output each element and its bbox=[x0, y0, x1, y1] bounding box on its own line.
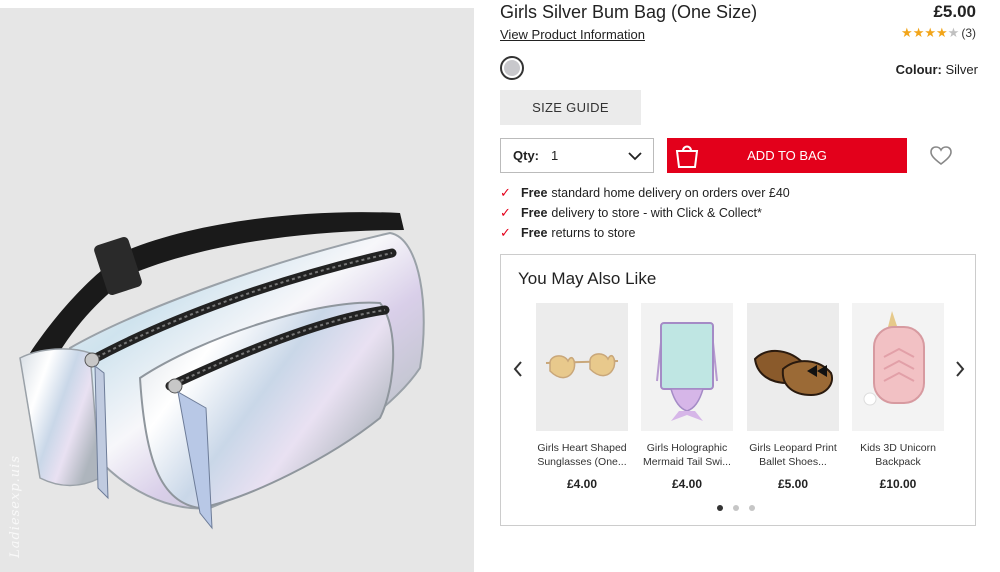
recommendation-item[interactable]: Girls Leopard Print Ballet Shoes... £5.0… bbox=[747, 303, 839, 491]
recommendation-name: Girls Leopard Print Ballet Shoes... bbox=[749, 442, 837, 468]
recommendation-name: Kids 3D Unicorn Backpack bbox=[860, 442, 936, 468]
delivery-item: ✓ Free returns to store bbox=[500, 223, 790, 243]
sunglasses-image bbox=[536, 303, 628, 431]
colour-label: Colour: bbox=[895, 62, 942, 77]
recommendation-price: £5.00 bbox=[777, 477, 809, 491]
carousel-pagination bbox=[717, 505, 755, 511]
colour-swatch-silver[interactable] bbox=[500, 56, 524, 80]
recommendation-item[interactable]: Kids 3D Unicorn Backpack £10.00 bbox=[852, 303, 944, 491]
recommendation-price: £10.00 bbox=[879, 477, 917, 491]
star-icon: ★ bbox=[912, 25, 925, 40]
star-icon: ★ bbox=[901, 25, 913, 40]
recommendation-price: £4.00 bbox=[566, 477, 598, 491]
product-image: Ladiesexp.uis bbox=[0, 8, 474, 572]
add-to-bag-label: ADD TO BAG bbox=[747, 148, 827, 163]
quantity-select[interactable]: Qty: 1 bbox=[500, 138, 654, 173]
delivery-text: delivery to store - with Click & Collect… bbox=[551, 206, 762, 220]
delivery-bold: Free bbox=[521, 226, 548, 240]
recommendation-name: Girls Holographic Mermaid Tail Swi... bbox=[643, 442, 731, 468]
delivery-text: returns to store bbox=[551, 226, 636, 240]
heart-icon[interactable] bbox=[930, 146, 952, 166]
qty-label: Qty: bbox=[513, 148, 539, 163]
product-rating[interactable]: ★ ★ ★ ★ ★ (3) bbox=[901, 25, 976, 41]
colour-value: Silver bbox=[945, 62, 978, 77]
you-may-also-like-carousel: You May Also Like Girls Heart Shaped Sun… bbox=[500, 254, 976, 526]
checkmark-icon: ✓ bbox=[500, 225, 511, 240]
drawstring-bag-image bbox=[641, 303, 733, 431]
bum-bag-image bbox=[19, 212, 425, 530]
checkmark-icon: ✓ bbox=[500, 185, 511, 200]
recommendation-name: Girls Heart Shaped Sunglasses (One... bbox=[537, 442, 627, 468]
review-count[interactable]: (3) bbox=[961, 26, 976, 40]
delivery-info: ✓ Free standard home delivery on orders … bbox=[500, 183, 790, 243]
chevron-down-icon bbox=[628, 152, 642, 161]
delivery-item: ✓ Free delivery to store - with Click & … bbox=[500, 203, 790, 223]
product-title: Girls Silver Bum Bag (One Size) bbox=[500, 2, 758, 22]
delivery-text: standard home delivery on orders over £4… bbox=[551, 186, 790, 200]
unicorn-backpack-image bbox=[852, 303, 944, 431]
qty-value: 1 bbox=[551, 148, 559, 163]
star-icon: ★ bbox=[924, 25, 937, 40]
recommendation-price: £4.00 bbox=[671, 477, 703, 491]
carousel-dot[interactable] bbox=[717, 505, 723, 511]
checkmark-icon: ✓ bbox=[500, 205, 511, 220]
ballet-shoes-image bbox=[747, 303, 839, 431]
delivery-bold: Free bbox=[521, 186, 548, 200]
carousel-dot[interactable] bbox=[733, 505, 739, 511]
recommendation-item[interactable]: Girls Holographic Mermaid Tail Swi... £4… bbox=[641, 303, 733, 491]
delivery-item: ✓ Free standard home delivery on orders … bbox=[500, 183, 790, 203]
chevron-left-icon[interactable] bbox=[511, 359, 525, 379]
product-price: £5.00 bbox=[933, 2, 976, 21]
chevron-right-icon[interactable] bbox=[953, 359, 967, 379]
recommendations-title: You May Also Like bbox=[518, 269, 657, 288]
star-empty-icon: ★ bbox=[947, 25, 960, 40]
swatch-fill bbox=[504, 60, 520, 76]
delivery-bold: Free bbox=[521, 206, 548, 220]
shopping-bag-icon bbox=[675, 145, 699, 168]
recommendation-item[interactable]: Girls Heart Shaped Sunglasses (One... £4… bbox=[536, 303, 628, 491]
view-product-info-link[interactable]: View Product Information bbox=[500, 27, 645, 42]
watermark: Ladiesexp.uis bbox=[8, 455, 23, 558]
star-icon: ★ bbox=[936, 25, 948, 40]
size-guide-button[interactable]: SIZE GUIDE bbox=[500, 90, 641, 125]
add-to-bag-button[interactable]: ADD TO BAG bbox=[667, 138, 907, 173]
carousel-dot[interactable] bbox=[749, 505, 755, 511]
colour-selection: Colour: Silver bbox=[896, 62, 978, 77]
